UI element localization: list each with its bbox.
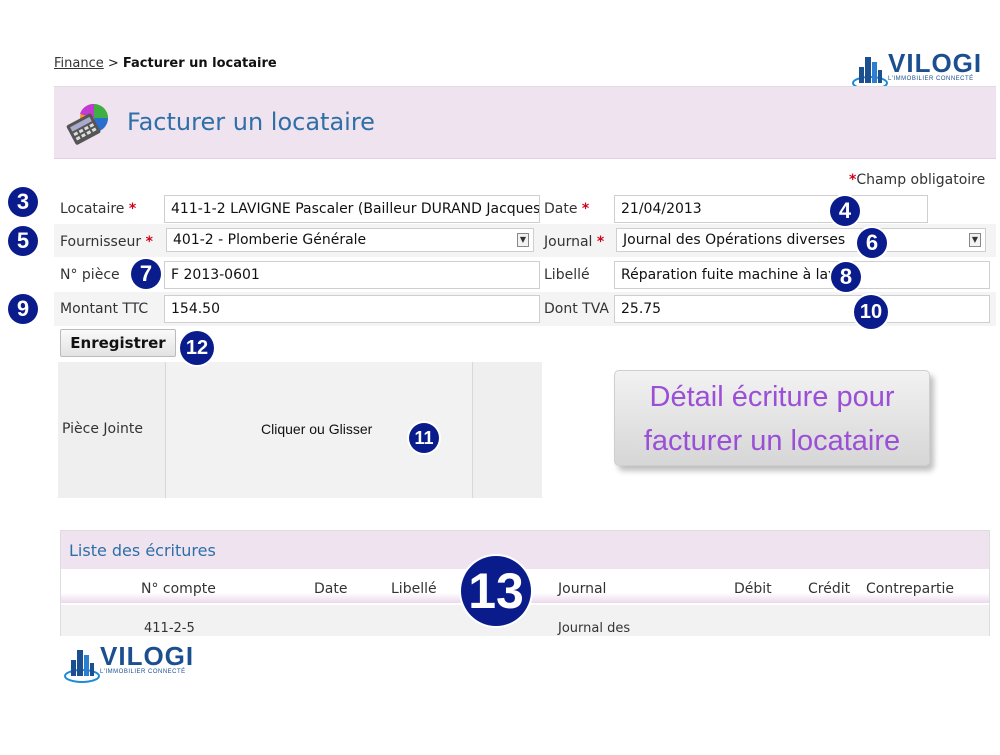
logo-word: VILOGI: [888, 50, 983, 78]
logo-word: VILOGI: [100, 641, 195, 671]
fournisseur-select[interactable]: 401-2 - Plomberie Générale ▼: [166, 228, 534, 252]
date-label: Date *: [544, 201, 590, 217]
tva-label: Dont TVA: [544, 301, 609, 317]
required-note: *Champ obligatoire: [849, 172, 985, 188]
building-icon: [64, 644, 100, 683]
fournisseur-label: Fournisseur *: [60, 234, 153, 250]
page-title: Facturer un locataire: [127, 108, 375, 136]
column-header-date[interactable]: Date: [314, 581, 347, 597]
breadcrumb-separator: >: [103, 56, 123, 71]
breadcrumb: Finance > Facturer un locataire: [54, 56, 277, 71]
callout-line-2: facturer un locataire: [643, 425, 901, 457]
row-compte: 411-2-5: [144, 621, 195, 636]
column-header-credit[interactable]: Crédit: [808, 581, 850, 597]
annotation-badge-4: 4: [830, 196, 860, 226]
page-header: Facturer un locataire: [54, 86, 996, 159]
column-header-journal[interactable]: Journal: [558, 581, 606, 597]
dropzone-text: Cliquer ou Glisser: [261, 421, 373, 437]
form-row-fournisseur-journal: Fournisseur * 401-2 - Plomberie Générale…: [54, 224, 996, 257]
annotation-badge-8: 8: [831, 262, 861, 292]
journal-value: Journal des Opérations diverses: [623, 232, 846, 248]
annotation-badge-5: 5: [8, 226, 38, 256]
vilogi-logo-top: VILOGI L'IMMOBILIER CONNECTÉ: [852, 50, 983, 90]
chevron-down-icon[interactable]: ▼: [969, 233, 981, 247]
column-header-compte[interactable]: N° compte: [141, 581, 216, 597]
building-icon: [852, 51, 888, 90]
fournisseur-value: 401-2 - Plomberie Générale: [173, 232, 367, 248]
date-input[interactable]: 21/04/2013: [614, 195, 928, 223]
libelle-label: Libellé: [544, 267, 590, 283]
required-note-text: Champ obligatoire: [856, 172, 986, 188]
annotation-badge-11: 11: [409, 423, 439, 453]
breadcrumb-finance-link[interactable]: Finance: [54, 56, 104, 71]
attachment-label: Pièce Jointe: [62, 421, 143, 437]
column-header-debit[interactable]: Débit: [734, 581, 772, 597]
annotation-badge-13: 13: [461, 556, 531, 626]
annotation-badge-10: 10: [854, 295, 888, 329]
logo-tagline: L'IMMOBILIER CONNECTÉ: [100, 669, 186, 675]
montant-label: Montant TTC: [60, 301, 149, 317]
libelle-input[interactable]: Réparation fuite machine à laver: [614, 261, 990, 289]
annotation-badge-6: 6: [857, 228, 887, 258]
tva-input[interactable]: 25.75: [614, 295, 990, 323]
entries-list-title: Liste des écritures: [61, 531, 989, 569]
logo-tagline: L'IMMOBILIER CONNECTÉ: [888, 76, 974, 82]
attachment-section: Pièce Jointe Cliquer ou Glisser: [58, 362, 542, 498]
calculator-chart-icon: [66, 102, 112, 146]
piece-input[interactable]: F 2013-0601: [164, 261, 540, 289]
vilogi-logo-bottom: VILOGI L'IMMOBILIER CONNECTÉ: [64, 641, 195, 683]
row-journal: Journal des: [558, 621, 631, 636]
locataire-label: Locataire *: [60, 201, 137, 217]
journal-label: Journal *: [544, 234, 605, 250]
callout-line-1: Détail écriture pour: [649, 381, 895, 413]
montant-input[interactable]: 154.50: [164, 295, 540, 323]
column-header-libelle[interactable]: Libellé: [391, 581, 437, 597]
journal-select[interactable]: Journal des Opérations diverses ▼: [616, 228, 986, 252]
annotation-badge-3: 3: [8, 187, 38, 217]
annotation-badge-12: 12: [180, 331, 214, 365]
chevron-down-icon[interactable]: ▼: [517, 233, 529, 247]
column-header-contrepartie[interactable]: Contrepartie: [866, 581, 954, 597]
locataire-input[interactable]: 411-1-2 LAVIGNE Pascaler (Bailleur DURAN…: [164, 195, 540, 223]
save-button[interactable]: Enregistrer: [60, 329, 176, 357]
annotation-badge-7: 7: [131, 259, 161, 289]
annotation-badge-9: 9: [8, 294, 38, 324]
piece-label: N° pièce: [60, 267, 120, 283]
annotation-callout: Détail écriture pour facturer un locatai…: [614, 370, 930, 466]
breadcrumb-current: Facturer un locataire: [122, 56, 277, 71]
